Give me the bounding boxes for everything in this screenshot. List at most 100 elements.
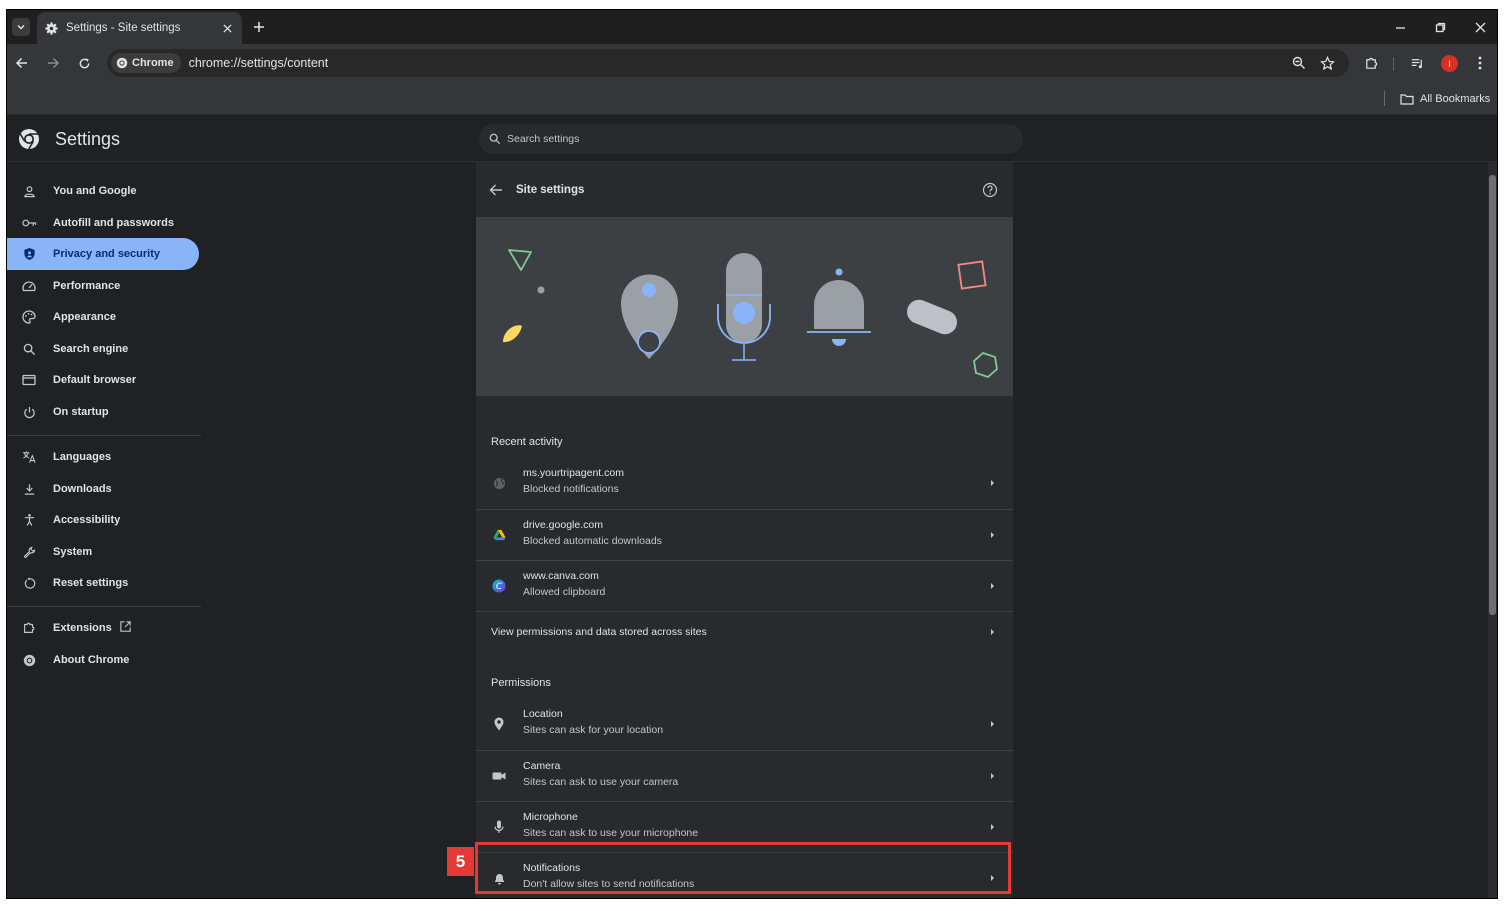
- bookmark-star-button[interactable]: [1317, 53, 1337, 73]
- chrome-icon: [21, 652, 37, 668]
- help-icon[interactable]: [982, 182, 998, 198]
- key-icon: [21, 215, 37, 231]
- folder-icon: [1400, 93, 1414, 105]
- close-icon: [222, 23, 232, 33]
- sidebar-item-autofill[interactable]: Autofill and passwords: [7, 207, 199, 239]
- site-info-chip[interactable]: Chrome: [111, 53, 181, 73]
- sidebar-item-accessibility[interactable]: Accessibility: [7, 504, 199, 536]
- sidebar-item-you-and-google[interactable]: You and Google: [7, 175, 199, 207]
- restore-button[interactable]: [1429, 16, 1451, 38]
- sidebar-item-label: Reset settings: [53, 577, 129, 589]
- toolbar-divider: [1393, 57, 1394, 71]
- search-placeholder: Search settings: [507, 133, 580, 145]
- sidebar-item-label: You and Google: [53, 185, 137, 197]
- search-input[interactable]: Search settings: [479, 124, 1023, 154]
- recent-site-row[interactable]: C www.canva.com Allowed clipboard: [476, 560, 1013, 611]
- permission-row-camera[interactable]: Camera Sites can ask to use your camera: [476, 750, 1013, 801]
- sidebar-item-about-chrome[interactable]: About Chrome: [7, 644, 199, 676]
- sidebar-item-label: Appearance: [53, 311, 116, 323]
- chevron-right-icon: [987, 529, 997, 541]
- toolbar: Chrome chrome://settings/content I: [7, 44, 1497, 82]
- tab-settings[interactable]: Settings - Site settings: [37, 12, 242, 44]
- sidebar-divider: [7, 606, 201, 607]
- media-control-button[interactable]: [1407, 53, 1427, 73]
- back-button[interactable]: [13, 54, 31, 72]
- sidebar-item-default-browser[interactable]: Default browser: [7, 364, 199, 396]
- sidebar-item-label: Autofill and passwords: [53, 217, 175, 229]
- sidebar-item-label: Performance: [53, 280, 121, 292]
- chevron-right-icon: [987, 770, 997, 782]
- sidebar-item-label: Extensions: [53, 622, 112, 634]
- speedometer-icon: [21, 278, 37, 294]
- shield-icon: [21, 246, 37, 262]
- all-bookmarks-label: All Bookmarks: [1420, 92, 1491, 105]
- tab-close-button[interactable]: [220, 21, 234, 35]
- sidebar-item-appearance[interactable]: Appearance: [7, 301, 199, 333]
- sidebar-item-label: Accessibility: [53, 514, 121, 526]
- wrench-icon: [21, 544, 37, 560]
- card-header: Site settings: [476, 162, 1013, 217]
- permission-row-location[interactable]: Location Sites can ask for your location: [476, 699, 1013, 750]
- sidebar-item-reset[interactable]: Reset settings: [7, 567, 199, 599]
- close-window-button[interactable]: [1469, 16, 1491, 38]
- sidebar-item-downloads[interactable]: Downloads: [7, 473, 199, 505]
- sidebar-divider: [7, 435, 201, 436]
- camera-icon: [490, 767, 508, 785]
- sidebar-item-search-engine[interactable]: Search engine: [7, 333, 199, 365]
- close-icon: [1475, 22, 1485, 32]
- permission-detail: Sites can ask to use your camera: [523, 776, 679, 788]
- profile-avatar[interactable]: I: [1441, 55, 1458, 72]
- address-bar[interactable]: Chrome chrome://settings/content: [107, 49, 1349, 77]
- more-vert-icon: [1478, 56, 1482, 70]
- download-icon: [21, 481, 37, 497]
- translate-icon: [21, 449, 37, 465]
- zoom-icon: [1292, 56, 1305, 69]
- back-arrow-icon[interactable]: [488, 182, 504, 198]
- recent-site-name: drive.google.com: [523, 519, 603, 531]
- sidebar-item-languages[interactable]: Languages: [7, 441, 199, 473]
- all-bookmarks-button[interactable]: All Bookmarks: [1400, 90, 1490, 107]
- sidebar-item-extensions[interactable]: Extensions: [7, 612, 199, 644]
- recent-site-name: www.canva.com: [523, 570, 599, 582]
- recent-activity-label: Recent activity: [491, 436, 563, 448]
- view-all-permissions-row[interactable]: View permissions and data stored across …: [476, 611, 1013, 653]
- recent-site-detail: Blocked notifications: [523, 483, 619, 495]
- card-title: Site settings: [516, 184, 585, 196]
- permission-detail: Sites can ask to use your microphone: [523, 827, 699, 839]
- sidebar-item-on-startup[interactable]: On startup: [7, 396, 199, 428]
- settings-header: Settings Search settings: [7, 116, 1497, 162]
- minimize-button[interactable]: [1389, 16, 1411, 38]
- tab-search-button[interactable]: [12, 18, 30, 36]
- palette-icon: [21, 309, 37, 325]
- extensions-button[interactable]: [1361, 53, 1381, 73]
- star-icon: [1319, 55, 1335, 70]
- annotation-highlight-box: [475, 842, 1011, 894]
- new-tab-button[interactable]: [250, 18, 268, 36]
- restore-icon: [1435, 22, 1445, 32]
- recent-site-detail: Allowed clipboard: [523, 586, 606, 598]
- permissions-label: Permissions: [491, 677, 551, 689]
- site-settings-illustration: [476, 217, 1013, 396]
- playlist-icon: [1411, 58, 1422, 68]
- browser-icon: [21, 372, 37, 388]
- power-icon: [21, 404, 37, 420]
- permission-name: Location: [523, 708, 563, 720]
- reload-button[interactable]: [75, 54, 93, 72]
- gear-icon: [45, 21, 58, 35]
- sidebar-item-label: Downloads: [53, 483, 112, 495]
- chevron-right-icon: [987, 477, 997, 489]
- puzzle-icon: [21, 620, 37, 636]
- sidebar-item-privacy[interactable]: Privacy and security: [7, 238, 199, 270]
- menu-button[interactable]: [1470, 53, 1490, 73]
- forward-button[interactable]: [44, 54, 62, 72]
- view-all-label: View permissions and data stored across …: [491, 626, 707, 638]
- scrollbar-thumb[interactable]: [1489, 175, 1496, 615]
- zoom-button[interactable]: [1289, 53, 1309, 73]
- sidebar-item-performance[interactable]: Performance: [7, 270, 199, 302]
- recent-site-row[interactable]: drive.google.com Blocked automatic downl…: [476, 509, 1013, 560]
- sidebar-item-label: Languages: [53, 451, 112, 463]
- url-text: chrome://settings/content: [188, 56, 329, 70]
- recent-site-row[interactable]: ms.yourtripagent.com Blocked notificatio…: [476, 458, 1013, 509]
- sidebar-item-system[interactable]: System: [7, 536, 199, 568]
- chevron-right-icon: [987, 821, 997, 833]
